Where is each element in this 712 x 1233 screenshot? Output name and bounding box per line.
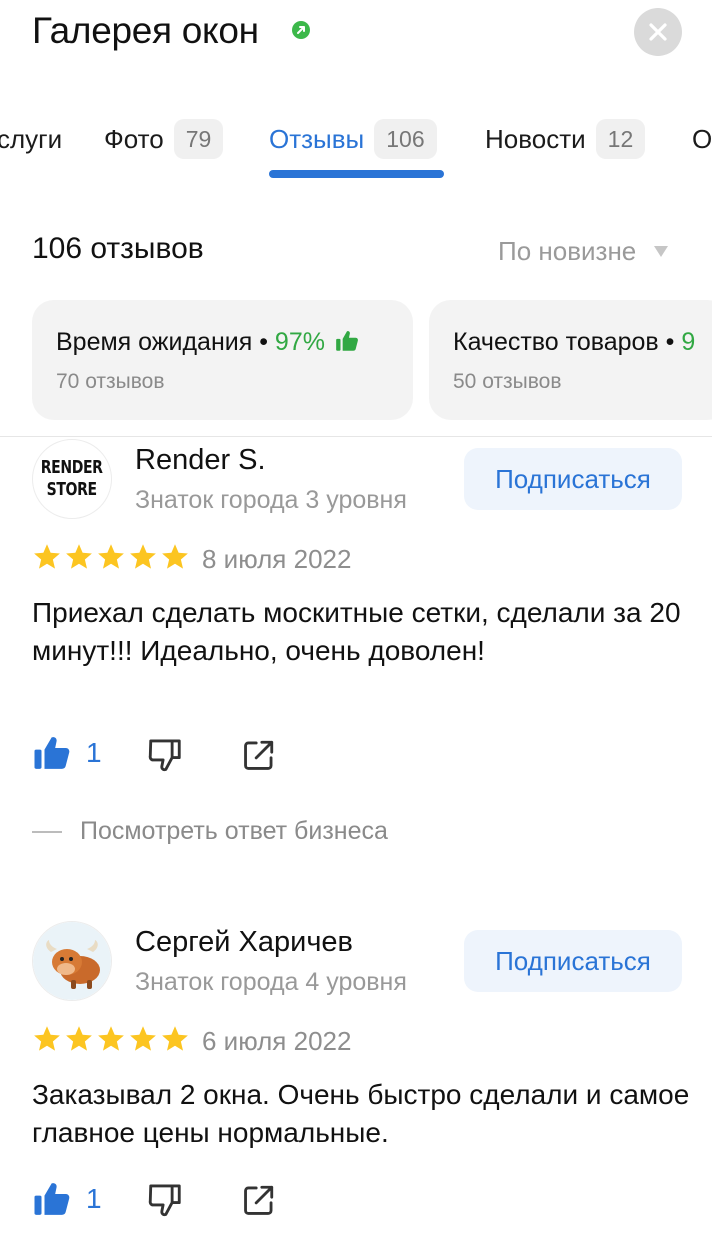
aspect-card-wait-time[interactable]: Время ожидания • 97% 70 отзывов: [32, 300, 413, 420]
star-icon: [98, 1026, 124, 1051]
aspect-name: Время ожидания: [56, 328, 253, 356]
active-tab-indicator: [269, 170, 444, 178]
tab-reviews[interactable]: Отзывы 106: [269, 116, 437, 162]
reviews-count-title: 106 отзывов: [32, 232, 204, 265]
like-button[interactable]: 1: [32, 733, 102, 773]
star-icon: [66, 1026, 92, 1051]
star-icon: [162, 1026, 188, 1051]
avatar[interactable]: RENDER STORE: [32, 439, 112, 519]
review-text: Приехал сделать москитные сетки, сделали…: [32, 597, 681, 666]
rating-stars: [32, 1024, 190, 1054]
close-icon: [649, 23, 667, 41]
bull-avatar-icon: [33, 922, 111, 1000]
aspect-percent: 9: [681, 328, 696, 356]
review-date: 6 июля 2022: [202, 1026, 352, 1056]
author-level: Знаток города 3 уровня: [135, 486, 407, 514]
like-button[interactable]: 1: [32, 1179, 102, 1219]
thumbs-up-icon: [34, 1183, 70, 1215]
tab-label: Отзывы: [269, 123, 365, 154]
tab-label: Новости: [485, 123, 586, 154]
star-icon: [162, 544, 188, 569]
aspect-reviews-count: 70 отзывов: [56, 370, 165, 393]
sort-dropdown[interactable]: По новизне: [498, 236, 669, 267]
review-text: Заказывал 2 окна. Очень быстро сделали и…: [32, 1079, 690, 1148]
author-level: Знаток города 4 уровня: [135, 968, 407, 996]
thumbs-up-icon: [336, 331, 358, 351]
page-title: Галерея окон: [32, 10, 259, 51]
aspect-name: Качество товаров: [453, 328, 659, 356]
avatar[interactable]: [32, 921, 112, 1001]
review-author[interactable]: Render S.: [135, 444, 266, 477]
review-date: 8 июля 2022: [202, 544, 352, 574]
share-icon[interactable]: [242, 1183, 276, 1217]
tab-photos[interactable]: Фото 79: [104, 116, 224, 162]
close-button[interactable]: [634, 8, 682, 56]
star-icon: [66, 544, 92, 569]
thumbs-up-icon: [34, 737, 70, 769]
aspect-percent: 97%: [274, 328, 325, 356]
aspect-card-product-quality[interactable]: Качество товаров • 9 50 отзывов: [429, 300, 712, 420]
view-business-reply-link[interactable]: Посмотреть ответ бизнеса: [80, 817, 388, 846]
sort-label: По новизне: [498, 236, 637, 266]
tab-count-badge: 79: [173, 119, 224, 159]
review-author[interactable]: Сергей Харичев: [135, 926, 353, 959]
tab-label: О: [692, 123, 712, 154]
chevron-down-icon: [654, 246, 669, 257]
aspect-reviews-count: 50 отзывов: [453, 370, 562, 393]
verified-check-icon: [292, 21, 310, 39]
tab-services[interactable]: слуги: [0, 116, 62, 162]
tab-count-badge: 12: [595, 119, 646, 159]
star-icon: [34, 544, 60, 569]
star-icon: [130, 1026, 156, 1051]
like-count: 1: [86, 1183, 102, 1214]
thumbs-down-icon[interactable]: [146, 737, 184, 775]
tab-about[interactable]: О: [692, 116, 712, 162]
star-icon: [34, 1026, 60, 1051]
store-logo: RENDER STORE: [41, 457, 103, 500]
tab-label: слуги: [0, 123, 63, 154]
share-icon[interactable]: [242, 738, 276, 772]
tab-count-badge: 106: [374, 119, 437, 159]
reply-dash: [32, 831, 62, 833]
thumbs-down-icon[interactable]: [146, 1182, 184, 1220]
divider: [0, 436, 712, 437]
star-icon: [98, 544, 124, 569]
subscribe-button[interactable]: Подписаться: [464, 448, 682, 510]
star-icon: [130, 544, 156, 569]
tab-label: Фото: [104, 123, 164, 154]
like-count: 1: [86, 737, 102, 768]
rating-stars: [32, 542, 190, 572]
subscribe-button[interactable]: Подписаться: [464, 930, 682, 992]
tab-news[interactable]: Новости 12: [485, 116, 646, 162]
